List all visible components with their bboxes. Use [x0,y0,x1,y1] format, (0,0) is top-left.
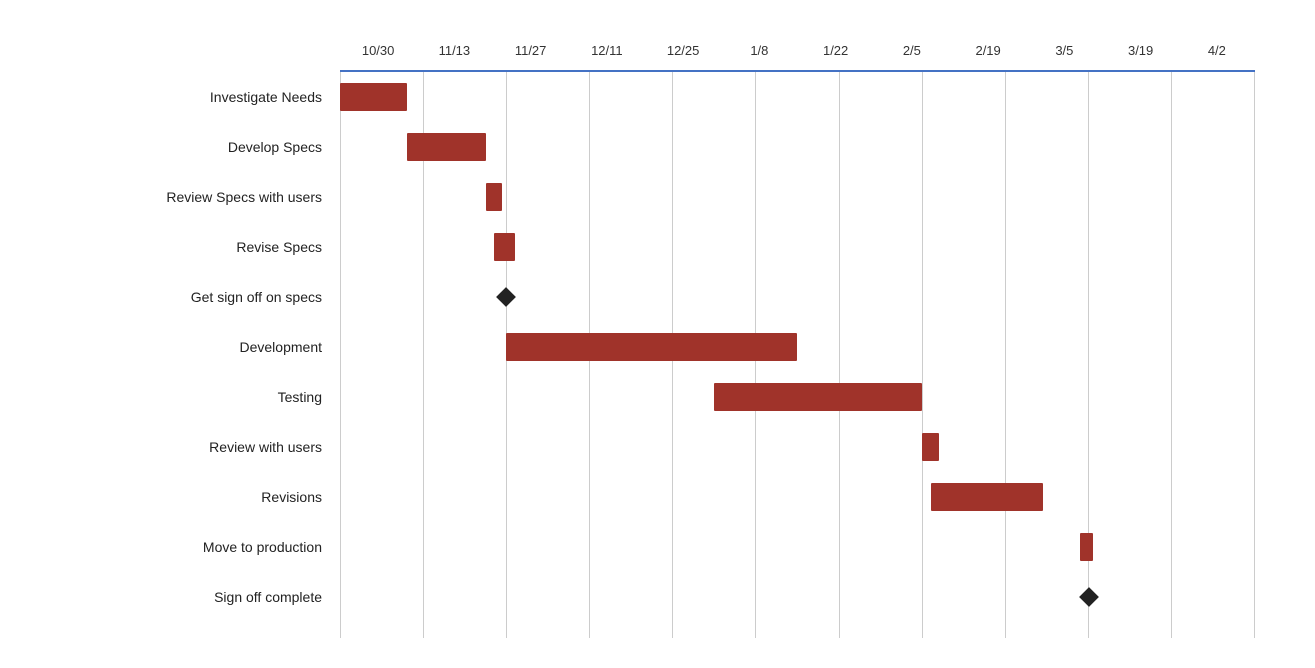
task-bar-area-development [340,322,1255,372]
timeline-label-12-11: 12/11 [569,43,645,58]
timeline-label-2-19: 2/19 [950,43,1026,58]
timeline-label-11-27: 11/27 [493,43,569,58]
timeline-label-3-5: 3/5 [1026,43,1102,58]
timeline-label-1-22: 1/22 [798,43,874,58]
task-row-sign-off-specs: Get sign off on specs [20,272,1255,322]
bar-revisions [931,483,1043,511]
task-bar-area-revise-specs [340,222,1255,272]
task-label-sign-off-specs: Get sign off on specs [20,289,340,305]
task-row-sign-off-complete: Sign off complete [20,572,1255,622]
task-label-testing: Testing [20,389,340,405]
bar-investigate-needs [340,83,407,111]
task-row-development: Development [20,322,1255,372]
task-label-investigate-needs: Investigate Needs [20,89,340,105]
timeline-label-12-25: 12/25 [645,43,721,58]
bar-develop-specs [407,133,486,161]
task-row-move-to-production: Move to production [20,522,1255,572]
task-row-testing: Testing [20,372,1255,422]
task-bar-area-investigate-needs [340,72,1255,122]
task-label-development: Development [20,339,340,355]
timeline-label-3-19: 3/19 [1103,43,1179,58]
task-bar-area-develop-specs [340,122,1255,172]
bar-development [506,333,797,361]
task-bar-area-testing [340,372,1255,422]
bar-review-specs-users [486,183,503,211]
task-bar-area-sign-off-specs [340,272,1255,322]
chart-inner: 10/3011/1311/2712/1112/251/81/222/52/193… [20,30,1255,638]
task-label-review-with-users: Review with users [20,439,340,455]
task-label-revisions: Revisions [20,489,340,505]
timeline-label-4-2: 4/2 [1179,43,1255,58]
task-row-investigate-needs: Investigate Needs [20,72,1255,122]
task-label-review-specs-users: Review Specs with users [20,189,340,205]
task-bar-area-sign-off-complete [340,572,1255,622]
timeline-label-11-13: 11/13 [416,43,492,58]
task-label-sign-off-complete: Sign off complete [20,589,340,605]
task-row-revisions: Revisions [20,472,1255,522]
bar-testing [714,383,922,411]
timeline-header: 10/3011/1311/2712/1112/251/81/222/52/193… [340,30,1255,70]
bar-revise-specs [494,233,515,261]
task-row-develop-specs: Develop Specs [20,122,1255,172]
task-row-revise-specs: Revise Specs [20,222,1255,272]
gantt-chart: 10/3011/1311/2712/1112/251/81/222/52/193… [0,0,1315,668]
task-bar-area-move-to-production [340,522,1255,572]
task-bar-area-review-with-users [340,422,1255,472]
timeline-labels: 10/3011/1311/2712/1112/251/81/222/52/193… [340,43,1255,58]
milestone-sign-off-specs [496,287,516,307]
task-label-move-to-production: Move to production [20,539,340,555]
timeline-label-2-5: 2/5 [874,43,950,58]
bar-review-with-users [922,433,939,461]
task-label-revise-specs: Revise Specs [20,239,340,255]
task-row-review-with-users: Review with users [20,422,1255,472]
bar-move-to-production [1080,533,1092,561]
task-row-review-specs-users: Review Specs with users [20,172,1255,222]
task-bar-area-review-specs-users [340,172,1255,222]
timeline-label-10-30: 10/30 [340,43,416,58]
task-bar-area-revisions [340,472,1255,522]
tasks-area: Investigate Needs Develop Specs Review Spe… [20,72,1255,638]
task-label-develop-specs: Develop Specs [20,139,340,155]
timeline-label-1-8: 1/8 [721,43,797,58]
milestone-sign-off-complete [1079,587,1099,607]
